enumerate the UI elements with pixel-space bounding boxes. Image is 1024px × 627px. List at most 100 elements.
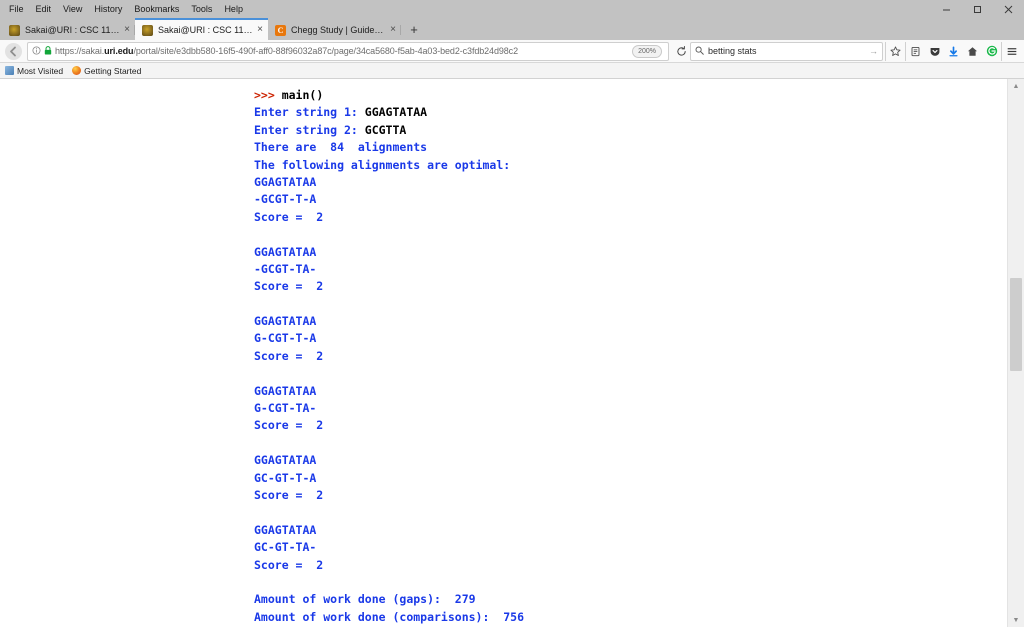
vertical-scrollbar[interactable]: ▲ ▼: [1007, 79, 1024, 627]
console-text: G-CGT-TA-: [254, 401, 317, 416]
tab-close-icon[interactable]: ×: [124, 25, 130, 35]
close-button[interactable]: [993, 0, 1024, 18]
page-content: >>> main() Enter string 1: GGAGTATAA Enter…: [0, 79, 1007, 627]
bookmarks-toolbar: Most Visited Getting Started: [0, 63, 1024, 79]
pocket-shield-icon[interactable]: [925, 42, 944, 61]
python-console-output: >>> main() Enter string 1: GGAGTATAA Enter…: [254, 87, 524, 626]
most-visited-icon: [5, 66, 14, 75]
zoom-level-badge[interactable]: 200%: [632, 44, 662, 58]
chegg-favicon: C: [275, 24, 286, 36]
menu-file[interactable]: File: [3, 0, 30, 18]
console-line: There are 84 alignments: [254, 139, 524, 156]
console-line: Score = 2: [254, 417, 524, 434]
search-icon: [695, 42, 704, 60]
console-text: There are 84 alignments: [254, 140, 428, 155]
console-text: GGAGTATAA: [254, 453, 317, 468]
console-text: Score = 2: [254, 557, 324, 572]
menu-help[interactable]: Help: [218, 0, 249, 18]
minimize-button[interactable]: [931, 0, 962, 18]
new-tab-button[interactable]: +: [401, 19, 427, 40]
account-icon[interactable]: [982, 42, 1001, 61]
console-text: Amount of work done (comparisons): 756: [254, 609, 525, 624]
url-suffix: /portal/site/e3dbb580-16f5-490f-aff0-88f…: [133, 46, 518, 56]
go-arrow-icon[interactable]: →: [869, 46, 878, 56]
menu-bar: File Edit View History Bookmarks Tools Help: [0, 0, 249, 18]
console-line: G-CGT-TA-: [254, 400, 524, 417]
bookmark-star-icon[interactable]: [885, 41, 905, 61]
console-line: Score = 2: [254, 487, 524, 504]
bookmark-item[interactable]: Getting Started: [72, 66, 141, 76]
back-button[interactable]: [5, 42, 22, 60]
url-domain: uri.edu: [104, 46, 134, 56]
menu-history[interactable]: History: [88, 0, 128, 18]
reload-button[interactable]: [672, 45, 690, 57]
console-line: GGAGTATAA: [254, 522, 524, 539]
search-input[interactable]: betting stats: [708, 46, 869, 56]
url-bar[interactable]: https://sakai.uri.edu/portal/site/e3dbb5…: [27, 41, 669, 61]
reader-library-icon[interactable]: [905, 41, 925, 61]
firefox-icon: [72, 66, 82, 75]
console-line: Score = 2: [254, 278, 524, 295]
identity-box[interactable]: [31, 42, 55, 60]
info-circle-icon[interactable]: [32, 42, 41, 60]
tab-strip: Sakai@URI : CSC 110 Spri...×Sakai@URI : …: [0, 18, 1024, 40]
console-line: Score = 2: [254, 557, 524, 574]
console-text: Enter string 1:: [254, 105, 365, 120]
console-line: GGAGTATAA: [254, 174, 524, 191]
search-bar[interactable]: betting stats →: [690, 41, 883, 61]
bookmark-label: Most Visited: [17, 65, 64, 76]
bookmark-item[interactable]: Most Visited: [5, 66, 63, 76]
toolbar-icons: [885, 41, 1021, 61]
console-text: Score = 2: [254, 487, 324, 502]
console-text: GGAGTATAA: [254, 314, 317, 329]
menu-tools[interactable]: Tools: [185, 0, 218, 18]
console-line: GGAGTATAA: [254, 313, 524, 330]
console-text: GGAGTATAA: [254, 244, 317, 259]
console-text: Score = 2: [254, 279, 324, 294]
padlock-icon[interactable]: [44, 42, 52, 60]
downloads-icon[interactable]: [944, 42, 963, 61]
console-line: >>> main(): [254, 87, 524, 104]
scrollbar-thumb[interactable]: [1010, 278, 1022, 371]
console-text: G-CGT-T-A: [254, 331, 317, 346]
browser-tab[interactable]: C Chegg Study | Guided Sol... ×: [268, 19, 401, 40]
url-text: https://sakai.uri.edu/portal/site/e3dbb5…: [55, 46, 632, 56]
console-text: GCGTTA: [364, 122, 407, 137]
console-line: GGAGTATAA: [254, 383, 524, 400]
tab-title: Sakai@URI : CSC 110 Spri...: [158, 25, 253, 35]
console-text: Score = 2: [254, 348, 324, 363]
hamburger-menu-icon[interactable]: [1001, 41, 1021, 61]
console-text: The following alignments are optimal:: [254, 157, 511, 172]
console-text: -GCGT-T-A: [254, 192, 317, 207]
scroll-up-arrow[interactable]: ▲: [1008, 79, 1024, 93]
browser-tab[interactable]: Sakai@URI : CSC 110 Spri... ×: [2, 19, 135, 40]
browser-tab[interactable]: Sakai@URI : CSC 110 Spri... ×: [135, 18, 268, 40]
menu-edit[interactable]: Edit: [30, 0, 58, 18]
tab-title: Sakai@URI : CSC 110 Spri...: [25, 25, 120, 35]
console-text: Enter string 2:: [254, 122, 365, 137]
console-line: Score = 2: [254, 209, 524, 226]
sakai-favicon: [142, 24, 153, 36]
menu-view[interactable]: View: [57, 0, 88, 18]
tab-close-icon[interactable]: ×: [257, 25, 263, 35]
console-line: Amount of work done (gaps): 279: [254, 591, 524, 608]
console-line: -GCGT-TA-: [254, 261, 524, 278]
console-text: GGAGTATAA: [254, 383, 317, 398]
console-text: main(): [281, 88, 324, 102]
console-line: G-CGT-T-A: [254, 330, 524, 347]
home-icon[interactable]: [963, 42, 982, 61]
scroll-down-arrow[interactable]: ▼: [1008, 613, 1024, 627]
maximize-button[interactable]: [962, 0, 993, 18]
tab-title: Chegg Study | Guided Sol...: [291, 25, 386, 35]
navigation-toolbar: https://sakai.uri.edu/portal/site/e3dbb5…: [0, 40, 1024, 63]
console-text: >>>: [254, 88, 282, 102]
menu-bookmarks[interactable]: Bookmarks: [128, 0, 185, 18]
tab-close-icon[interactable]: ×: [390, 25, 396, 35]
window-controls: [931, 0, 1024, 18]
console-text: -GCGT-TA-: [254, 261, 317, 276]
content-viewport: >>> main() Enter string 1: GGAGTATAA Enter…: [0, 79, 1024, 627]
console-text: GGAGTATAA: [254, 522, 317, 537]
